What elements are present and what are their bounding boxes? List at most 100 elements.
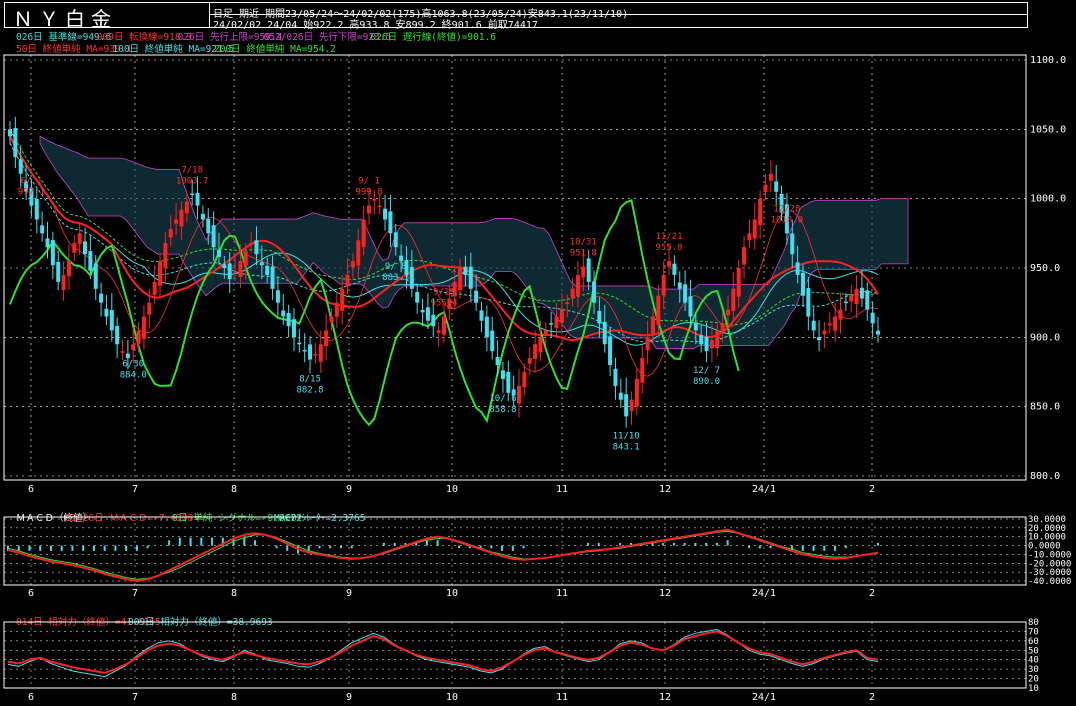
candle-body bbox=[624, 394, 629, 417]
candle-body bbox=[463, 266, 468, 275]
candle-body bbox=[575, 274, 580, 297]
extreme-value-label: 1018.0 bbox=[771, 215, 804, 225]
candle-body bbox=[340, 288, 345, 311]
macd-x-tick-label: 7 bbox=[132, 588, 138, 599]
candle-body bbox=[795, 262, 800, 275]
extreme-date-label: 10/ 6 bbox=[489, 394, 516, 404]
candle-body bbox=[827, 323, 832, 326]
main-y-tick-label: 950.0 bbox=[1030, 263, 1060, 274]
main-y-tick-label: 800.0 bbox=[1030, 471, 1060, 482]
extreme-value-label: 955.4 bbox=[430, 299, 457, 309]
candle-body bbox=[190, 193, 195, 196]
candle-body bbox=[479, 310, 484, 321]
candle-body bbox=[709, 340, 714, 349]
candle-body bbox=[559, 309, 564, 323]
candle-body bbox=[8, 129, 12, 137]
candle-body bbox=[592, 281, 597, 303]
candle-body bbox=[876, 330, 880, 335]
candle-body bbox=[216, 249, 221, 257]
extreme-date-label: 11/10 bbox=[613, 431, 640, 441]
extreme-date-label: 9/ 1 bbox=[358, 177, 380, 187]
candle-body bbox=[506, 371, 511, 393]
macd-panel-frame bbox=[3, 516, 1027, 586]
extreme-value-label: 1003.7 bbox=[176, 177, 209, 187]
candle-body bbox=[533, 344, 538, 359]
candle-body bbox=[313, 353, 318, 356]
candle-body bbox=[72, 243, 77, 253]
candle-body bbox=[233, 270, 238, 273]
candle-body bbox=[286, 313, 291, 327]
candle-body bbox=[817, 336, 822, 341]
candle-body bbox=[527, 358, 532, 364]
candle-body bbox=[570, 288, 575, 299]
candle-body bbox=[645, 337, 650, 351]
candle-body bbox=[109, 310, 114, 331]
candle-body bbox=[833, 316, 838, 331]
candle-body bbox=[586, 258, 591, 282]
candle-body bbox=[120, 351, 125, 353]
macd-x-tick-label: 11 bbox=[556, 588, 568, 599]
candle-body bbox=[393, 232, 398, 248]
macd-x-tick-label: 2 bbox=[869, 588, 875, 599]
candle-body bbox=[249, 243, 254, 245]
main-y-tick-label: 900.0 bbox=[1030, 332, 1060, 343]
candle-body bbox=[742, 247, 747, 265]
candle-body bbox=[131, 344, 136, 350]
candle-body bbox=[195, 192, 200, 206]
candle-body bbox=[672, 263, 677, 275]
candle-body bbox=[345, 274, 350, 287]
candle-body bbox=[206, 218, 211, 234]
macd-x-tick-label: 9 bbox=[346, 588, 352, 599]
extreme-value-label: 999.8 bbox=[355, 188, 382, 198]
main-x-tick-label: 24/1 bbox=[752, 484, 776, 495]
candle-body bbox=[366, 205, 371, 214]
candle-body bbox=[152, 281, 157, 295]
extreme-date-label: 11/21 bbox=[655, 232, 682, 242]
extreme-value-label: 955.8 bbox=[655, 243, 682, 253]
candle-body bbox=[806, 288, 811, 317]
rsi-x-tick-label: 7 bbox=[132, 692, 138, 703]
candle-body bbox=[774, 181, 779, 192]
candle-body bbox=[859, 287, 864, 299]
candle-body bbox=[147, 302, 152, 315]
candle-body bbox=[350, 261, 355, 268]
extreme-value-label: 997.1 bbox=[18, 188, 45, 198]
main-x-tick-label: 7 bbox=[132, 484, 138, 495]
candle-body bbox=[763, 184, 768, 192]
rsi-x-tick-label: 6 bbox=[28, 692, 34, 703]
candle-body bbox=[179, 209, 184, 227]
candle-body bbox=[758, 198, 763, 226]
candle-body bbox=[736, 268, 741, 297]
candle-body bbox=[243, 251, 248, 266]
candle-body bbox=[650, 316, 655, 336]
main-x-tick-label: 6 bbox=[28, 484, 34, 495]
candle-body bbox=[661, 274, 666, 296]
candle-body bbox=[634, 378, 639, 407]
macd-x-tick-label: 10 bbox=[446, 588, 458, 599]
candle-body bbox=[468, 266, 473, 289]
candle-body bbox=[372, 198, 377, 201]
extreme-value-label: 883.3 bbox=[382, 273, 409, 283]
candle-body bbox=[168, 229, 173, 238]
main-x-tick-label: 9 bbox=[346, 484, 352, 495]
candle-body bbox=[425, 307, 430, 321]
candle-body bbox=[538, 337, 543, 353]
extreme-date-label: 8/15 bbox=[299, 375, 321, 385]
rsi-y-tick-label: 10 bbox=[1028, 684, 1039, 694]
candle-body bbox=[334, 302, 339, 317]
candle-body bbox=[822, 330, 827, 335]
candle-body bbox=[45, 238, 50, 248]
candle-body bbox=[356, 240, 361, 266]
candle-body bbox=[93, 263, 98, 289]
candle-body bbox=[683, 284, 688, 303]
candle-body bbox=[211, 225, 216, 248]
extreme-date-label: 10/31 bbox=[570, 238, 597, 248]
candle-body bbox=[265, 265, 270, 275]
macd-x-tick-label: 24/1 bbox=[752, 588, 776, 599]
main-x-tick-label: 10 bbox=[446, 484, 458, 495]
candle-body bbox=[640, 358, 645, 383]
candle-body bbox=[752, 219, 757, 239]
extreme-date-label: 9/19 bbox=[433, 288, 455, 298]
main-y-tick-label: 1000.0 bbox=[1030, 194, 1066, 205]
candle-body bbox=[747, 233, 752, 241]
